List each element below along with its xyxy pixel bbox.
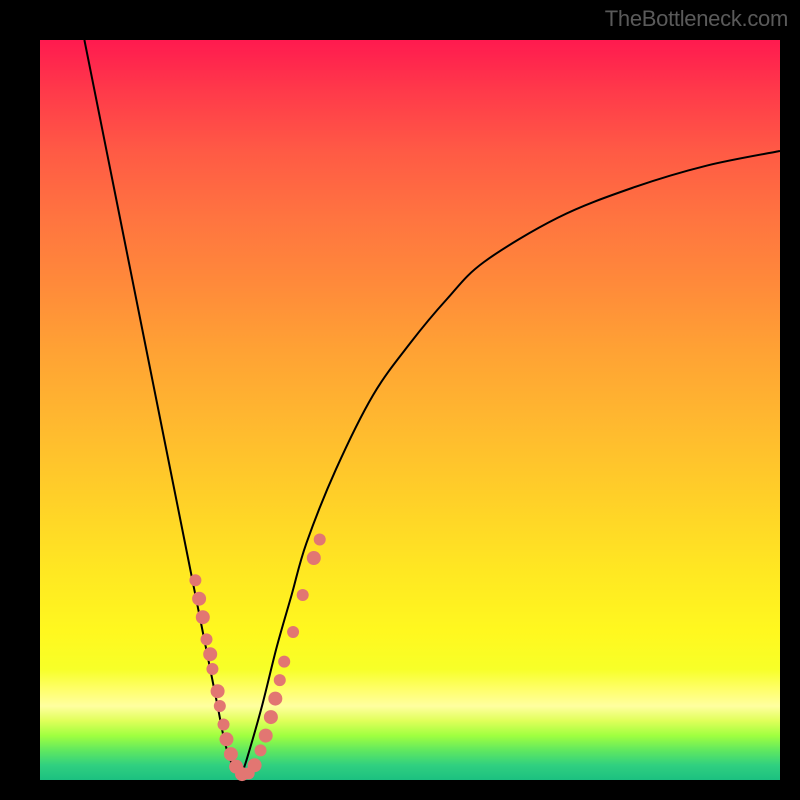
data-marker (189, 574, 201, 586)
watermark-text: TheBottleneck.com (605, 6, 788, 32)
data-marker (307, 551, 321, 565)
data-marker (314, 534, 326, 546)
data-marker (203, 647, 217, 661)
data-marker (287, 626, 299, 638)
marker-group (189, 534, 325, 782)
right-branch (240, 151, 780, 780)
data-marker (248, 758, 262, 772)
data-marker (255, 744, 267, 756)
data-marker (224, 747, 238, 761)
plot-area (40, 40, 780, 780)
data-marker (196, 610, 210, 624)
data-marker (259, 729, 273, 743)
data-marker (206, 663, 218, 675)
data-marker (297, 589, 309, 601)
data-marker (218, 719, 230, 731)
data-marker (219, 732, 233, 746)
data-marker (278, 656, 290, 668)
curve-layer (40, 40, 780, 780)
data-marker (201, 633, 213, 645)
data-marker (274, 674, 286, 686)
data-marker (264, 710, 278, 724)
data-marker (268, 692, 282, 706)
data-marker (192, 592, 206, 606)
data-marker (214, 700, 226, 712)
data-marker (211, 684, 225, 698)
chart-frame: TheBottleneck.com (0, 0, 800, 800)
